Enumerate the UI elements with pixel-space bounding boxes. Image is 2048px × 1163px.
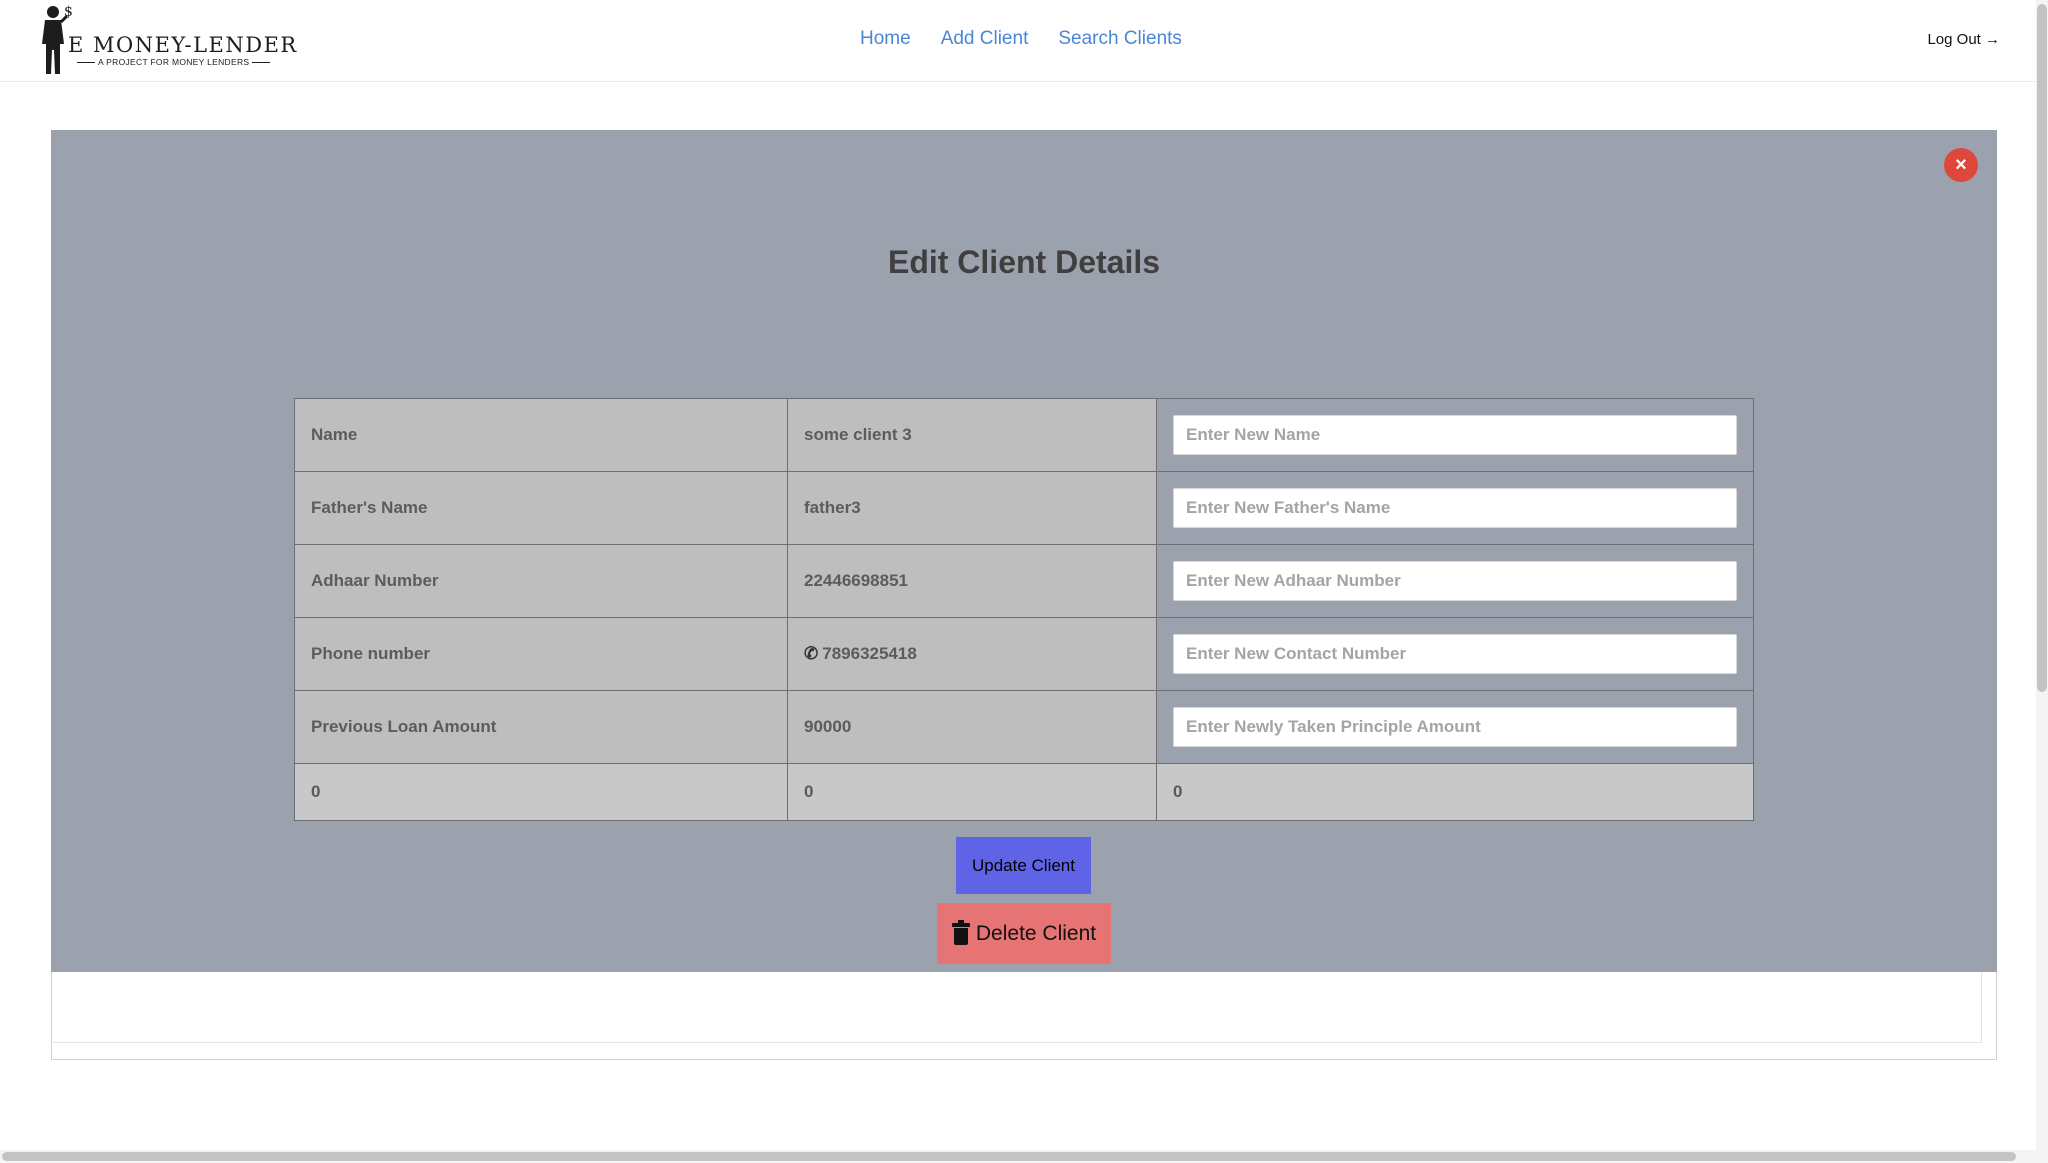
nav-add-client-link[interactable]: Add Client (941, 28, 1029, 50)
field-value-father-name: father3 (787, 471, 1157, 545)
field-label-phone: Phone number (294, 617, 788, 691)
field-value-loan: 90000 (787, 690, 1157, 764)
phone-icon: ✆ (804, 644, 819, 663)
client-details-table: Name some client 3 Father's Name father3… (294, 398, 1754, 821)
new-father-name-input[interactable] (1173, 488, 1737, 528)
table-row: Name some client 3 (294, 398, 1754, 472)
new-adhaar-input[interactable] (1173, 561, 1737, 601)
main-nav: Home Add Client Search Clients (860, 28, 1182, 50)
field-value-name: some client 3 (787, 398, 1157, 472)
footer-cell: 0 (294, 763, 788, 821)
trash-icon (951, 919, 970, 945)
nav-search-clients-link[interactable]: Search Clients (1058, 28, 1182, 50)
logo-title: E MONEY-LENDER (68, 33, 298, 57)
delete-client-button[interactable]: Delete Client (937, 903, 1111, 964)
vertical-scrollbar-thumb[interactable] (2037, 4, 2047, 692)
table-row: Previous Loan Amount 90000 (294, 690, 1754, 764)
table-row: Phone number ✆ 7896325418 (294, 617, 1754, 691)
field-value-adhaar: 22446698851 (787, 544, 1157, 618)
close-icon: × (1955, 153, 1967, 176)
footer-cell: 0 (1156, 763, 1754, 821)
logo[interactable]: $ E MONEY-LENDER A PROJECT FOR MONEY LEN… (40, 4, 296, 76)
new-name-input[interactable] (1173, 415, 1737, 455)
field-label-loan: Previous Loan Amount (294, 690, 788, 764)
update-client-button[interactable]: Update Client (956, 837, 1091, 894)
modal-title: Edit Client Details (887, 244, 1161, 280)
page-container-inner (53, 970, 1982, 1043)
field-label-name: Name (294, 398, 788, 472)
field-label-adhaar: Adhaar Number (294, 544, 788, 618)
nav-home-link[interactable]: Home (860, 28, 911, 50)
horizontal-scrollbar-thumb[interactable] (2, 1152, 2016, 1161)
footer-cell: 0 (787, 763, 1157, 821)
field-value-phone: ✆ 7896325418 (787, 617, 1157, 691)
table-row: Adhaar Number 22446698851 (294, 544, 1754, 618)
top-navbar: $ E MONEY-LENDER A PROJECT FOR MONEY LEN… (0, 0, 2036, 82)
field-label-father-name: Father's Name (294, 471, 788, 545)
logo-subtitle: A PROJECT FOR MONEY LENDERS (74, 57, 304, 67)
new-contact-input[interactable] (1173, 634, 1737, 674)
svg-text:$: $ (64, 4, 73, 20)
new-principle-input[interactable] (1173, 707, 1737, 747)
table-row: 0 0 0 (294, 763, 1754, 821)
close-modal-button[interactable]: × (1944, 148, 1978, 182)
delete-client-label: Delete Client (975, 921, 1097, 945)
logout-button[interactable]: Log Out → (1927, 31, 2000, 48)
table-row: Father's Name father3 (294, 471, 1754, 545)
